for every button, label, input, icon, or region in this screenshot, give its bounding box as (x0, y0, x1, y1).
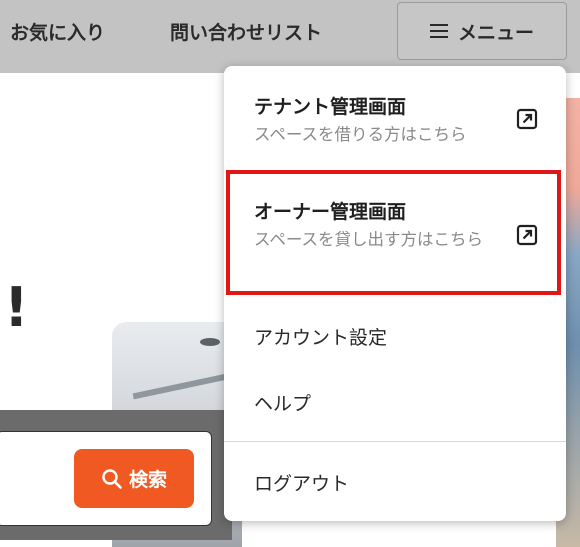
search-icon (102, 468, 122, 489)
search-button-label: 検索 (128, 469, 167, 491)
menu-item-help[interactable]: ヘルプ (254, 389, 311, 416)
highlight-box (226, 170, 561, 295)
menu-item-logout[interactable]: ログアウト (254, 469, 349, 496)
favorites-link[interactable]: お気に入り (10, 18, 105, 45)
menu-button[interactable]: メニュー (397, 2, 567, 60)
menu-item-tenant-title: テナント管理画面 (254, 96, 407, 118)
search-button[interactable]: 検索 (74, 449, 194, 508)
site-header: お気に入り 問い合わせリスト メニュー (0, 0, 580, 73)
menu-item-account-settings[interactable]: アカウント設定 (254, 323, 387, 350)
menu-button-label: メニュー (457, 21, 534, 44)
external-link-icon (516, 108, 538, 130)
hamburger-icon (429, 24, 448, 38)
menu-item-tenant-subtitle: スペースを借りる方はこちら (254, 125, 467, 144)
hero-heading-fragment: ! (4, 276, 29, 339)
ceiling-light (200, 338, 220, 346)
menu-divider (224, 441, 566, 442)
inquiry-list-link[interactable]: 問い合わせリスト (170, 18, 322, 45)
menu-item-tenant[interactable]: テナント管理画面 スペースを借りる方はこちら (254, 92, 467, 147)
